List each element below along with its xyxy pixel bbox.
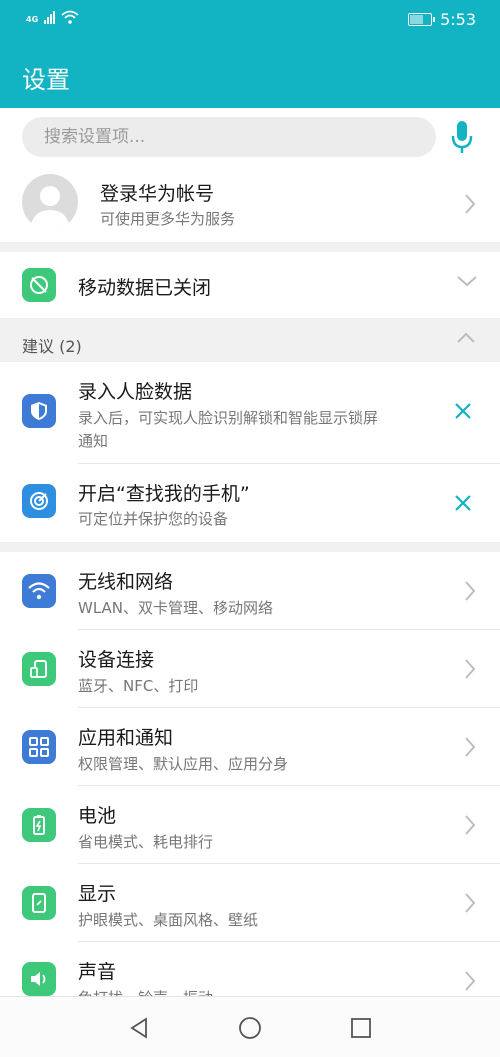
chevron-up-icon[interactable] bbox=[456, 332, 476, 344]
microphone-icon[interactable] bbox=[448, 118, 476, 158]
chevron-right-icon bbox=[465, 581, 476, 601]
settings-item-apps[interactable]: 应用和通知 权限管理、默认应用、应用分身 bbox=[0, 708, 500, 786]
account-subtitle: 可使用更多华为服务 bbox=[100, 210, 236, 228]
account-title: 登录华为帐号 bbox=[100, 183, 215, 205]
chevron-right-icon bbox=[465, 971, 476, 991]
settings-item-display[interactable]: 显示 护眼模式、桌面风格、壁纸 bbox=[0, 864, 500, 942]
close-icon[interactable] bbox=[454, 494, 472, 512]
apps-grid-icon bbox=[22, 730, 56, 764]
speaker-icon bbox=[22, 962, 56, 996]
suggestion-face-data[interactable]: 录入人脸数据 录入后，可实现人脸识别解锁和智能显示锁屏 通知 bbox=[0, 362, 500, 464]
settings-item-subtitle: 权限管理、默认应用、应用分身 bbox=[78, 755, 289, 773]
clock: 5:53 bbox=[440, 10, 476, 29]
section-divider bbox=[0, 242, 500, 252]
signal-indicators: 4G bbox=[26, 10, 79, 24]
display-icon bbox=[22, 886, 56, 920]
battery-icon bbox=[22, 808, 56, 842]
section-divider bbox=[0, 542, 500, 552]
settings-item-subtitle: 省电模式、耗电排行 bbox=[78, 833, 214, 851]
suggestion-title: 开启“查找我的手机” bbox=[78, 483, 250, 505]
battery-status-icon bbox=[408, 13, 436, 26]
settings-item-title: 设备连接 bbox=[78, 649, 155, 671]
chevron-right-icon bbox=[465, 893, 476, 913]
chevron-right-icon bbox=[465, 659, 476, 679]
avatar bbox=[22, 174, 78, 230]
page-title: 设置 bbox=[22, 66, 70, 94]
device-connect-icon bbox=[22, 652, 56, 686]
wifi-status-icon bbox=[61, 10, 79, 24]
person-icon bbox=[30, 186, 70, 230]
search-input[interactable]: 搜索设置项... bbox=[22, 117, 436, 157]
settings-item-battery[interactable]: 电池 省电模式、耗电排行 bbox=[0, 786, 500, 864]
settings-item-title: 声音 bbox=[78, 961, 117, 983]
settings-item-title: 无线和网络 bbox=[78, 571, 174, 593]
suggestion-subtitle: 可定位并保护您的设备 bbox=[78, 510, 229, 528]
top-app-bar: 4G 5:53 设置 bbox=[0, 0, 500, 108]
status-bar: 4G 5:53 bbox=[0, 0, 500, 42]
chevron-right-icon bbox=[465, 815, 476, 835]
chevron-down-icon[interactable] bbox=[456, 275, 478, 287]
settings-item-title: 应用和通知 bbox=[78, 727, 174, 749]
settings-item-title: 显示 bbox=[78, 883, 117, 905]
settings-item-subtitle: WLAN、双卡管理、移动网络 bbox=[78, 599, 274, 617]
home-icon[interactable] bbox=[238, 1016, 262, 1040]
settings-item-title: 电池 bbox=[78, 805, 117, 827]
suggestion-find-phone[interactable]: 开启“查找我的手机” 可定位并保护您的设备 bbox=[0, 464, 500, 542]
suggestions-header-label: 建议 (2) bbox=[22, 337, 82, 356]
search-row: 搜索设置项... bbox=[0, 108, 500, 166]
shield-icon bbox=[22, 394, 56, 428]
suggestion-subtitle: 录入后，可实现人脸识别解锁和智能显示锁屏 bbox=[78, 409, 379, 427]
suggestion-subtitle-line2: 通知 bbox=[78, 432, 109, 450]
recents-icon[interactable] bbox=[350, 1017, 372, 1039]
settings-item-subtitle: 护眼模式、桌面风格、壁纸 bbox=[78, 911, 259, 929]
status-right: 5:53 bbox=[408, 10, 476, 29]
navigation-bar bbox=[0, 996, 500, 1057]
back-icon[interactable] bbox=[128, 1017, 150, 1039]
settings-item-subtitle: 蓝牙、NFC、打印 bbox=[78, 677, 199, 695]
signal-icon bbox=[44, 10, 56, 24]
mobile-data-label: 移动数据已关闭 bbox=[78, 277, 212, 299]
settings-item-device-connection[interactable]: 设备连接 蓝牙、NFC、打印 bbox=[0, 630, 500, 708]
wifi-icon bbox=[22, 574, 56, 608]
chevron-right-icon bbox=[465, 194, 476, 214]
mobile-data-off-icon bbox=[22, 268, 56, 302]
settings-item-subtitle: 免打扰、铃声、振动 bbox=[78, 987, 213, 996]
network-type: 4G bbox=[26, 15, 39, 24]
settings-item-sound[interactable]: 声音 免打扰、铃声、振动 bbox=[0, 942, 500, 996]
settings-item-wireless[interactable]: 无线和网络 WLAN、双卡管理、移动网络 bbox=[0, 552, 500, 630]
chevron-right-icon bbox=[465, 737, 476, 757]
close-icon[interactable] bbox=[454, 402, 472, 420]
radar-icon bbox=[22, 484, 56, 518]
account-row[interactable]: 登录华为帐号 可使用更多华为服务 bbox=[0, 166, 500, 242]
suggestions-header: 建议 (2) bbox=[0, 318, 500, 362]
mobile-data-row[interactable]: 移动数据已关闭 bbox=[0, 252, 500, 318]
suggestion-title: 录入人脸数据 bbox=[78, 381, 193, 403]
